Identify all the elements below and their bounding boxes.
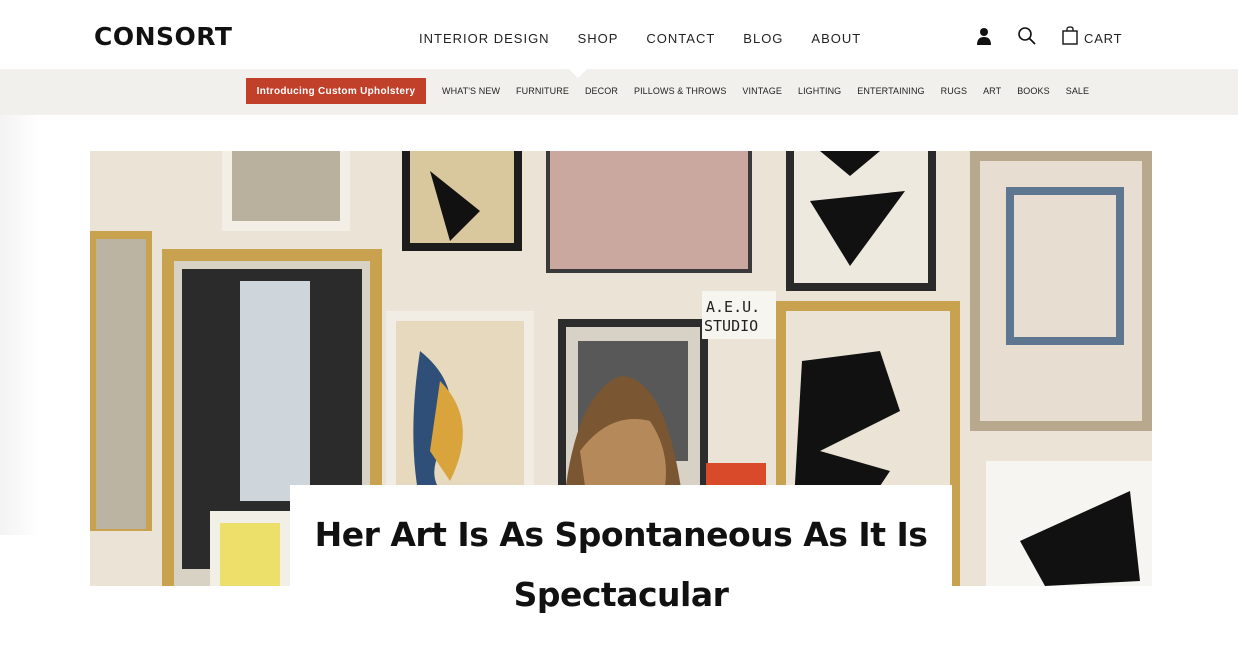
nav-blog[interactable]: BLOG (743, 31, 783, 46)
category-art[interactable]: ART (983, 86, 1001, 96)
category-rugs[interactable]: RUGS (941, 86, 967, 96)
nav-interior-design[interactable]: INTERIOR DESIGN (419, 31, 550, 46)
category-decor[interactable]: DECOR (585, 86, 618, 96)
hero-sign-line1: A.E.U. (706, 298, 760, 316)
article-title[interactable]: Her Art Is As Spontaneous As It Is Spect… (290, 505, 952, 625)
nav-contact[interactable]: CONTACT (646, 31, 715, 46)
cart-label: CART (1084, 30, 1123, 46)
side-panel-shadow (0, 115, 40, 535)
category-vintage[interactable]: VINTAGE (742, 86, 782, 96)
category-sale[interactable]: SALE (1066, 86, 1089, 96)
category-whats-new[interactable]: WHAT'S NEW (442, 86, 500, 96)
site-logo[interactable]: CONSORT (94, 22, 232, 51)
shopping-bag-icon (1062, 26, 1078, 50)
category-entertaining[interactable]: ENTERTAINING (857, 86, 924, 96)
user-icon[interactable] (976, 26, 992, 46)
cart-button[interactable]: CART (1062, 26, 1122, 50)
main-nav: INTERIOR DESIGN SHOP CONTACT BLOG ABOUT (419, 31, 861, 46)
nav-shop[interactable]: SHOP (578, 31, 619, 46)
hero-sign-line2: STUDIO (704, 317, 758, 335)
category-furniture[interactable]: FURNITURE (516, 86, 569, 96)
category-nav: WHAT'S NEW FURNITURE DECOR PILLOWS & THR… (442, 86, 1089, 96)
nav-about[interactable]: ABOUT (811, 31, 861, 46)
category-books[interactable]: BOOKS (1017, 86, 1050, 96)
dropdown-caret (569, 69, 587, 78)
site-header: CONSORT INTERIOR DESIGN SHOP CONTACT BLO… (0, 0, 1238, 69)
category-lighting[interactable]: LIGHTING (798, 86, 841, 96)
search-icon[interactable] (1017, 26, 1037, 46)
category-pillows-throws[interactable]: PILLOWS & THROWS (634, 86, 726, 96)
promo-button[interactable]: Introducing Custom Upholstery (246, 78, 426, 104)
